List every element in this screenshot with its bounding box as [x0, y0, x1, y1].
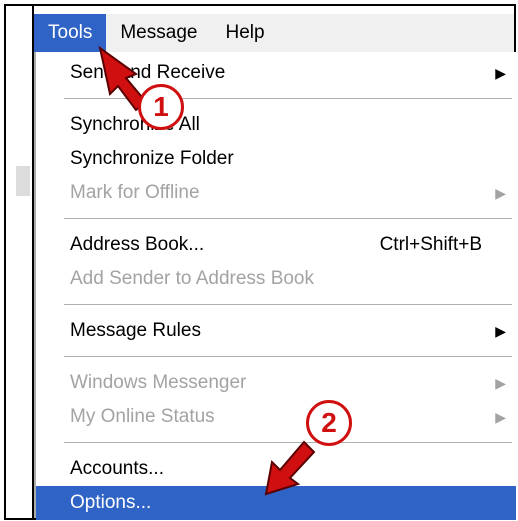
menu-separator: [64, 218, 512, 219]
menu-separator: [64, 356, 512, 357]
menu-separator: [64, 304, 512, 305]
menu-item-label: Mark for Offline: [70, 182, 200, 203]
triangle-right-icon: ▶: [495, 374, 506, 391]
menu-item-add-sender[interactable]: Add Sender to Address Book: [36, 262, 516, 296]
menu-item-label: Windows Messenger: [70, 372, 247, 393]
shortcut-text: Ctrl+Shift+B: [379, 234, 482, 255]
menu-item-my-online-status[interactable]: My Online Status ▶: [36, 400, 516, 434]
triangle-right-icon: ▶: [495, 408, 506, 425]
menu-item-label: Add Sender to Address Book: [70, 268, 314, 289]
menu-item-label: Address Book...: [70, 234, 205, 255]
background-shade: [16, 166, 30, 196]
background-window-edge: [16, 6, 34, 518]
menu-help[interactable]: Help: [211, 14, 278, 52]
menu-item-address-book[interactable]: Address Book... Ctrl+Shift+B: [36, 228, 516, 262]
screenshot-frame: Tools Message Help Send and Receive ▶ Sy…: [0, 0, 518, 521]
annotation-arrow-2: [264, 440, 316, 496]
triangle-right-icon: ▶: [495, 322, 506, 339]
menu-item-label: My Online Status: [70, 406, 215, 427]
menu-item-windows-messenger[interactable]: Windows Messenger ▶: [36, 366, 516, 400]
menu-item-synchronize-folder[interactable]: Synchronize Folder: [36, 142, 516, 176]
triangle-right-icon: ▶: [495, 64, 506, 81]
annotation-badge-1: 1: [138, 84, 184, 130]
menu-item-mark-for-offline[interactable]: Mark for Offline ▶: [36, 176, 516, 210]
menu-item-label: Accounts...: [70, 458, 164, 479]
triangle-right-icon: ▶: [495, 184, 506, 201]
menu-item-label: Synchronize Folder: [70, 148, 234, 169]
menu-item-message-rules[interactable]: Message Rules ▶: [36, 314, 516, 348]
menu-item-label: Options...: [70, 492, 152, 513]
menu-item-label: Message Rules: [70, 320, 201, 341]
